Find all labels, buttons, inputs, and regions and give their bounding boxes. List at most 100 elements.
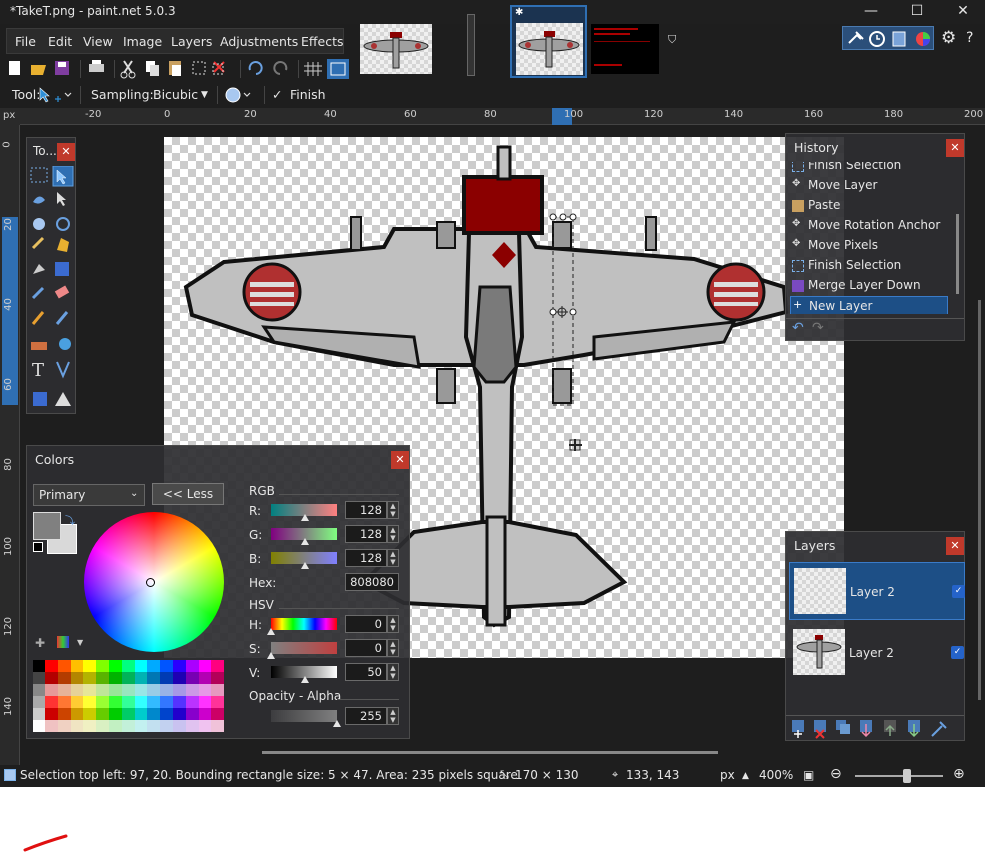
palette-swatch[interactable] — [160, 672, 173, 684]
palette-swatch[interactable] — [185, 672, 199, 684]
palette-swatch[interactable] — [96, 684, 109, 696]
palette-swatch[interactable] — [198, 672, 212, 684]
palette-swatch[interactable] — [96, 720, 109, 732]
palette-swatch[interactable] — [109, 720, 122, 732]
color-mode-dropdown[interactable]: Primary ⌄ — [33, 484, 145, 506]
zoom-slider-thumb[interactable] — [903, 769, 911, 783]
palette-swatch[interactable] — [160, 696, 173, 708]
palette-swatch[interactable] — [134, 708, 148, 720]
layer-visibility-checkbox[interactable]: ✓ — [951, 646, 964, 659]
palette-swatch[interactable] — [134, 720, 148, 732]
palette-menu-icon[interactable] — [57, 636, 69, 648]
palette-swatch[interactable] — [134, 660, 148, 672]
alpha-input[interactable]: 255 — [345, 707, 387, 725]
palette-swatch[interactable] — [121, 720, 135, 732]
palette-swatch[interactable] — [185, 708, 199, 720]
palette-swatch[interactable] — [147, 672, 161, 684]
palette-swatch[interactable] — [96, 660, 109, 672]
palette-swatch[interactable] — [121, 696, 135, 708]
menu-file[interactable]: File — [15, 34, 36, 49]
palette-swatch[interactable] — [121, 708, 135, 720]
palette-swatch[interactable] — [147, 708, 161, 720]
history-item[interactable]: Paste — [790, 196, 950, 216]
saturation-slider-thumb[interactable] — [267, 652, 275, 659]
menu-edit[interactable]: Edit — [48, 34, 72, 49]
layer-row[interactable]: Layer 2 ✓ — [789, 624, 965, 682]
palette-swatch[interactable] — [185, 720, 199, 732]
zoom-slider[interactable] — [855, 775, 943, 777]
palette-swatch[interactable] — [45, 660, 58, 672]
value-spinner[interactable]: ▲ ▼ — [387, 663, 399, 681]
tools-panel-close-icon[interactable]: ✕ — [57, 143, 75, 161]
palette-swatch[interactable] — [147, 696, 161, 708]
red-spinner[interactable]: ▲ ▼ — [387, 501, 399, 519]
hue-slider-thumb[interactable] — [267, 628, 275, 635]
palette-swatch[interactable] — [70, 660, 84, 672]
color-wheel-cursor[interactable] — [146, 578, 155, 587]
palette-swatch[interactable] — [33, 672, 45, 684]
history-item[interactable]: ✥ Move Pixels — [790, 236, 950, 256]
palette-swatch[interactable] — [33, 720, 45, 732]
alpha-spinner[interactable]: ▲ ▼ — [387, 707, 399, 725]
undo-icon[interactable]: ↶ — [792, 320, 804, 336]
palette-swatch[interactable] — [45, 672, 58, 684]
palette-swatch[interactable] — [147, 660, 161, 672]
palette-swatch[interactable] — [211, 696, 225, 708]
zoom-fit-icon[interactable]: ▣ — [803, 768, 814, 782]
palette-swatch[interactable] — [134, 672, 148, 684]
palette-swatch[interactable] — [147, 720, 161, 732]
swap-colors-icon[interactable]: ⤵ — [65, 512, 75, 527]
palette-swatch[interactable] — [160, 720, 173, 732]
palette-swatch[interactable] — [109, 696, 122, 708]
menu-layers[interactable]: Layers — [171, 34, 212, 49]
palette-swatch[interactable] — [83, 708, 97, 720]
palette-swatch[interactable] — [45, 684, 58, 696]
layers-action-icons[interactable] — [790, 718, 960, 740]
sampling-dropdown[interactable]: Bicubic — [153, 87, 198, 102]
palette-swatch[interactable] — [83, 672, 97, 684]
primary-color-swatch[interactable] — [33, 512, 61, 540]
palette-swatch[interactable] — [45, 708, 58, 720]
reset-colors-icon[interactable] — [33, 542, 43, 552]
history-item[interactable]: ✥ Move Layer — [790, 176, 950, 196]
menu-effects[interactable]: Effects — [301, 34, 344, 49]
vertical-scrollbar[interactable] — [978, 300, 981, 700]
saturation-spinner[interactable]: ▲ ▼ — [387, 639, 399, 657]
green-input[interactable]: 128 — [345, 525, 387, 543]
finish-button[interactable]: Finish — [290, 87, 326, 102]
palette-swatch[interactable] — [57, 708, 71, 720]
blue-slider-thumb[interactable] — [301, 562, 309, 569]
palette-swatch[interactable] — [134, 684, 148, 696]
help-icon[interactable]: ? — [966, 30, 973, 46]
red-slider-thumb[interactable] — [301, 514, 309, 521]
saturation-input[interactable]: 0 — [345, 639, 387, 657]
history-item[interactable]: ✥ Move Rotation Anchor — [790, 216, 950, 236]
layer-visibility-checkbox[interactable]: ✓ — [952, 585, 965, 598]
palette-swatch[interactable] — [83, 660, 97, 672]
palette-swatch[interactable] — [185, 684, 199, 696]
antialiasing-icon[interactable] — [224, 86, 256, 104]
hue-spinner[interactable]: ▲ ▼ — [387, 615, 399, 633]
layer-row-selected[interactable]: Layer 2 ✓ — [789, 562, 965, 620]
palette-swatch[interactable] — [70, 708, 84, 720]
history-item[interactable]: Finish Selection — [790, 162, 950, 176]
palette-swatch[interactable] — [211, 708, 225, 720]
palette-swatch[interactable] — [211, 684, 225, 696]
red-input[interactable]: 128 — [345, 501, 387, 519]
chevron-up-icon[interactable]: ▲ — [742, 771, 749, 781]
palette-swatch[interactable] — [96, 708, 109, 720]
palette-swatch[interactable] — [109, 660, 122, 672]
palette-swatch[interactable] — [198, 696, 212, 708]
hex-input[interactable]: 808080 — [345, 573, 399, 591]
palette-swatch[interactable] — [45, 696, 58, 708]
green-slider-thumb[interactable] — [301, 538, 309, 545]
palette-swatch[interactable] — [198, 708, 212, 720]
palette-swatch[interactable] — [83, 684, 97, 696]
palette-swatch[interactable] — [198, 660, 212, 672]
palette-swatch[interactable] — [83, 696, 97, 708]
palette-swatch[interactable] — [70, 696, 84, 708]
color-palette[interactable] — [33, 660, 225, 732]
palette-swatch[interactable] — [173, 708, 186, 720]
palette-swatch[interactable] — [70, 720, 84, 732]
palette-swatch[interactable] — [57, 684, 71, 696]
